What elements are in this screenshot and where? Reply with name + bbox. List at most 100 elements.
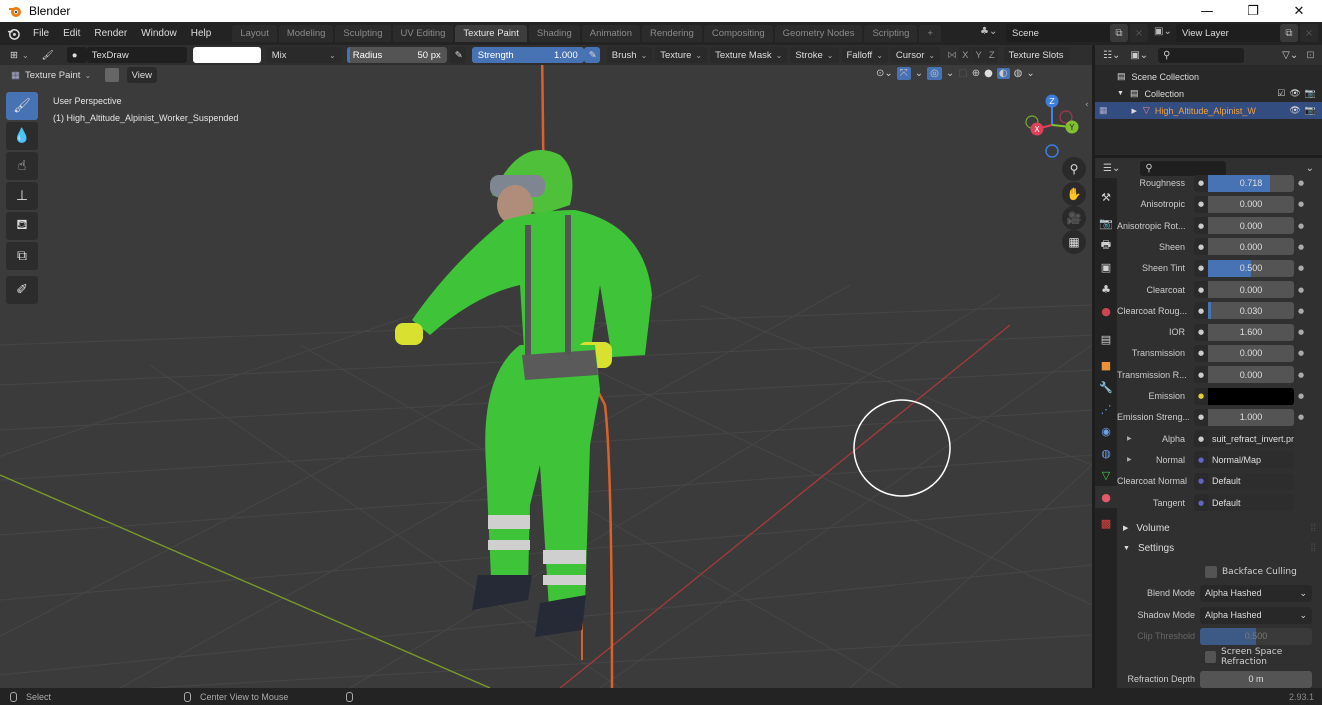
minimize-button[interactable]: — — [1184, 0, 1230, 22]
mask-toggle-icon[interactable] — [104, 68, 119, 82]
texture-mask-dropdown[interactable]: Texture Mask ⌄ — [710, 47, 788, 63]
blender-menu-icon[interactable] — [0, 27, 26, 40]
drag-handle-icon[interactable]: ⁞⁞ — [1310, 523, 1316, 534]
checkbox[interactable] — [1205, 566, 1217, 578]
display-mode-icon[interactable]: ☷⌄ — [1103, 50, 1120, 61]
modifier-tab[interactable]: 🔧 — [1095, 376, 1117, 398]
close-button[interactable]: ✕ — [1276, 0, 1322, 22]
xray-toggle-icon[interactable]: ▢ — [958, 68, 967, 79]
mirror-y-toggle[interactable]: Y — [972, 47, 985, 63]
pan-view-button[interactable]: ✋ — [1062, 182, 1086, 206]
tab-sculpting[interactable]: Sculpting — [335, 25, 391, 42]
screen-space-refraction-checkbox[interactable]: Screen Space Refraction — [1117, 647, 1322, 667]
tab-rendering[interactable]: Rendering — [641, 25, 702, 42]
checkbox[interactable] — [1205, 651, 1217, 663]
overlays-dropdown[interactable]: ⌄ — [946, 68, 954, 79]
scene-name-field[interactable]: Scene — [1006, 24, 1110, 42]
tool-tab[interactable]: ⚒ — [1095, 186, 1117, 208]
mask-tool[interactable]: ⧉ — [6, 242, 38, 270]
menu-file[interactable]: File — [26, 28, 56, 39]
brush-color-swatch[interactable] — [192, 47, 261, 63]
fill-tool[interactable]: ⛾ — [6, 212, 38, 240]
socket-icon[interactable]: ● — [1194, 408, 1208, 426]
soften-tool[interactable]: 💧 — [6, 122, 38, 150]
refraction-depth-field[interactable]: 0 m — [1200, 670, 1312, 688]
strength-slider[interactable]: Strength 1.000 — [471, 47, 584, 63]
smear-tool[interactable]: ☝ — [6, 152, 38, 180]
value-slider[interactable]: 0.000 — [1208, 366, 1294, 384]
eye-icon[interactable]: 👁 — [1289, 88, 1300, 99]
shading-dropdown[interactable]: ⌄ — [1026, 68, 1034, 79]
checkbox-icon[interactable]: ☑ — [1277, 88, 1285, 99]
data-tab[interactable]: ▽ — [1095, 464, 1117, 486]
editor-type-button[interactable]: ⊞ ⌄ — [5, 47, 34, 63]
view-object-types-icon[interactable]: ⊙⌄ — [876, 68, 893, 79]
keyframe-icon[interactable]: ● — [1294, 286, 1308, 294]
expand-down-icon[interactable]: ▼ — [1117, 90, 1124, 97]
texture-tab[interactable]: ▩ — [1095, 512, 1117, 534]
expand-right-icon[interactable]: ▶ — [1127, 456, 1132, 463]
value-slider[interactable]: 0.000 — [1208, 217, 1294, 235]
tab-geometry-nodes[interactable]: Geometry Nodes — [774, 25, 863, 42]
outliner-row-selected[interactable]: ▦ ▶ ▽ High_Altitude_Alpinist_W 👁 📷 — [1095, 102, 1322, 119]
ortho-toggle-button[interactable]: ▦ — [1062, 230, 1086, 254]
socket-icon[interactable]: ● — [1194, 259, 1208, 277]
properties-editor-icon[interactable]: ☰⌄ — [1103, 163, 1120, 174]
menu-help[interactable]: Help — [184, 28, 219, 39]
texture-dropdown[interactable]: Texture ⌄ — [655, 47, 708, 63]
stroke-dropdown[interactable]: Stroke ⌄ — [790, 47, 839, 63]
mode-dropdown[interactable]: ▦ Texture Paint ⌄ — [6, 67, 102, 83]
backface-culling-checkbox[interactable]: Backface Culling — [1117, 563, 1322, 581]
wireframe-shading-icon[interactable]: ⊕ — [972, 68, 980, 79]
clip-threshold-slider[interactable]: 0.500 — [1200, 627, 1312, 645]
keyframe-icon[interactable]: ● — [1294, 200, 1308, 208]
tab-animation[interactable]: Animation — [581, 25, 640, 42]
keyframe-icon[interactable]: ● — [1294, 349, 1308, 357]
expand-right-icon[interactable]: ▶ — [1127, 435, 1132, 442]
value-slider[interactable]: 0.030 — [1208, 302, 1294, 320]
eye-icon[interactable]: 👁 — [1289, 105, 1300, 116]
settings-panel-header[interactable]: ▼ Settings ⁞⁞ — [1117, 539, 1322, 557]
world-tab[interactable]: ● — [1095, 300, 1117, 322]
socket-icon[interactable]: ● — [1194, 451, 1208, 469]
material-preview-shading-icon[interactable]: ◐ — [996, 68, 1010, 79]
camera-icon[interactable]: 📷 — [1305, 88, 1316, 99]
value-slider[interactable]: 0.000 — [1208, 281, 1294, 298]
physics-tab[interactable]: ◉ — [1095, 420, 1117, 442]
mirror-x-toggle[interactable]: X — [959, 47, 972, 63]
value-slider[interactable]: 0.000 — [1208, 238, 1294, 256]
keyframe-icon[interactable]: ● — [1294, 413, 1308, 421]
shadow-mode-dropdown[interactable]: Alpha Hashed ⌄ — [1200, 606, 1312, 624]
new-scene-button[interactable]: ⧉ — [1110, 24, 1128, 42]
tab-texture-paint[interactable]: Texture Paint — [455, 25, 527, 42]
blend-mode-dropdown[interactable]: Mix ⌄ — [266, 47, 341, 63]
solid-shading-icon[interactable]: ● — [984, 68, 993, 79]
keyframe-icon[interactable]: ● — [1294, 264, 1308, 272]
radius-slider[interactable]: Radius 50 px — [346, 47, 447, 63]
outliner-row[interactable]: ▤ Scene Collection — [1095, 68, 1322, 85]
radius-pressure-toggle[interactable]: ✎ — [449, 47, 466, 63]
filter-view-icon[interactable]: ▣⌄ — [1130, 50, 1148, 61]
tab-uv-editing[interactable]: UV Editing — [392, 25, 454, 42]
brush-preview-icon[interactable]: ● — [66, 47, 87, 63]
value-slider[interactable]: 0.718 — [1208, 174, 1294, 192]
filter-icon[interactable]: ▽⌄ — [1282, 50, 1298, 61]
volume-panel-header[interactable]: ▶ Volume ⁞⁞ — [1117, 519, 1322, 537]
view-layer-selector-icon[interactable]: ▣⌄ — [1154, 26, 1172, 37]
constraints-tab[interactable]: ◍ — [1095, 442, 1117, 464]
socket-icon[interactable]: ● — [1194, 174, 1208, 192]
gizmo-toggle-icon[interactable]: ⤧ — [896, 67, 911, 80]
keyframe-icon[interactable]: ● — [1294, 179, 1308, 187]
color-field[interactable] — [1208, 387, 1294, 405]
cursor-dropdown[interactable]: Cursor ⌄ — [890, 47, 941, 63]
tab-modeling[interactable]: Modeling — [278, 25, 334, 42]
particles-tab[interactable]: ⋰ — [1095, 398, 1117, 420]
brush-dropdown[interactable]: Brush ⌄ — [606, 47, 653, 63]
scene-tab[interactable]: ♣ — [1095, 278, 1117, 300]
socket-icon[interactable]: ● — [1194, 217, 1208, 235]
value-slider[interactable]: 1.000 — [1208, 408, 1294, 426]
sidebar-toggle-icon[interactable]: ‹ — [1085, 100, 1089, 110]
render-tab[interactable]: 📷 — [1095, 212, 1117, 234]
maximize-button[interactable]: ❐ — [1230, 0, 1276, 22]
strength-pressure-toggle[interactable]: ✎ — [583, 47, 600, 63]
